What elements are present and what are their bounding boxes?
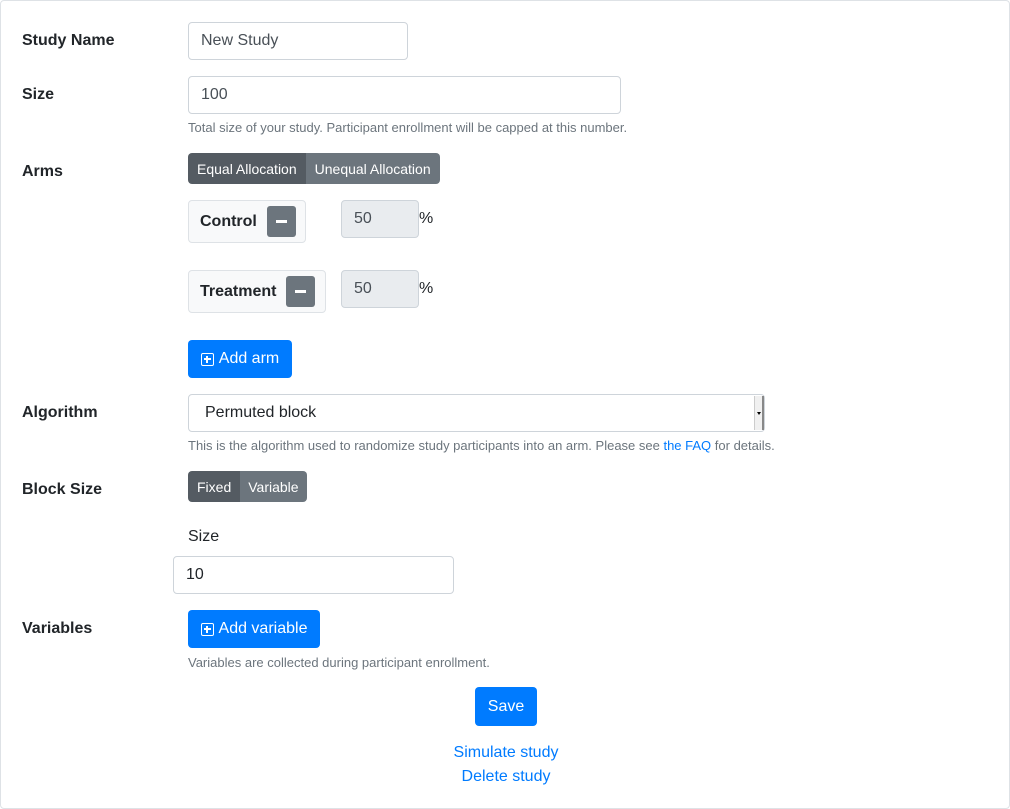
minus-icon (295, 290, 307, 293)
algorithm-help-suffix: for details. (711, 438, 775, 453)
study-form-card: Study Name New Study Size 100 Total size… (0, 0, 1010, 809)
simulate-study-link[interactable]: Simulate study (1, 744, 1010, 762)
add-arm-label: Add arm (218, 350, 280, 367)
minus-icon (275, 220, 287, 223)
arm-percent-input[interactable]: 50 (341, 200, 419, 238)
arm-item-control: Control (188, 200, 306, 243)
size-input[interactable]: 100 (188, 76, 621, 114)
arm-item-treatment: Treatment (188, 270, 326, 313)
add-variable-button[interactable]: Add variable (188, 610, 320, 648)
algorithm-help-prefix: This is the algorithm used to randomize … (188, 438, 664, 453)
faq-link[interactable]: the FAQ (663, 438, 711, 453)
algorithm-selected-value: Permuted block (205, 404, 317, 421)
plus-square-icon (200, 352, 214, 366)
equal-allocation-button[interactable]: Equal Allocation (188, 153, 306, 184)
remove-arm-button[interactable] (266, 206, 296, 237)
percent-sign: % (419, 210, 434, 227)
variables-label: Variables (22, 620, 93, 637)
percent-sign: % (419, 280, 434, 297)
study-name-input[interactable]: New Study (188, 22, 408, 60)
plus-square-icon (200, 622, 214, 636)
fixed-block-button[interactable]: Fixed (188, 471, 241, 502)
size-help-text: Total size of your study. Participant en… (188, 120, 628, 135)
variables-help-text: Variables are collected during participa… (188, 655, 490, 670)
arm-name: Control (200, 212, 257, 230)
add-arm-button[interactable]: Add arm (188, 340, 292, 378)
dropdown-caret-icon[interactable] (754, 396, 764, 430)
arms-label: Arms (22, 163, 63, 180)
unequal-allocation-button[interactable]: Unequal Allocation (305, 153, 440, 184)
block-size-toggle: Fixed Variable (188, 471, 307, 502)
algorithm-help-text: This is the algorithm used to randomize … (188, 438, 775, 453)
arm-percent-input[interactable]: 50 (341, 270, 419, 308)
variable-block-button[interactable]: Variable (240, 471, 307, 502)
block-size-label: Block Size (22, 481, 103, 498)
save-button[interactable]: Save (475, 687, 537, 726)
size-label: Size (22, 86, 55, 103)
arm-name: Treatment (200, 282, 277, 300)
allocation-toggle: Equal Allocation Unequal Allocation (188, 153, 440, 184)
delete-study-link[interactable]: Delete study (1, 768, 1010, 786)
add-variable-label: Add variable (218, 620, 308, 637)
algorithm-label: Algorithm (22, 404, 98, 421)
block-size-input[interactable]: 10 (173, 556, 454, 594)
block-size-size-label: Size (188, 528, 220, 545)
remove-arm-button[interactable] (286, 276, 316, 307)
algorithm-select[interactable]: Permuted block (188, 394, 765, 432)
study-name-label: Study Name (22, 32, 115, 49)
